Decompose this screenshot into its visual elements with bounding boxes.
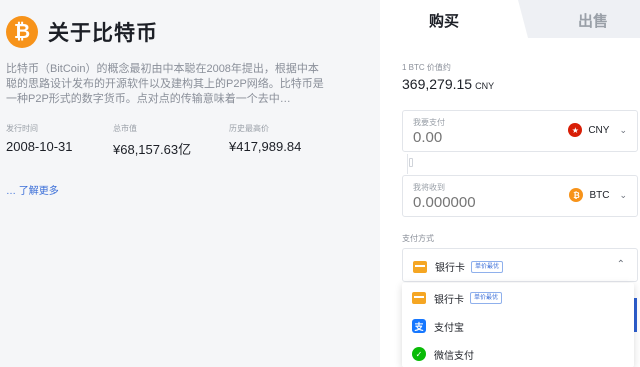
- wechat-pay-icon: ✓: [412, 347, 426, 361]
- stat-label: 历史最高价: [229, 124, 269, 133]
- pay-amount-field: 我要支付 ★ CNY ⌄: [402, 110, 638, 152]
- stat-value: ¥68,157.63亿: [113, 142, 192, 157]
- stat-value: 2008-10-31: [6, 139, 73, 154]
- payment-option-label: 微信支付: [434, 350, 474, 362]
- pay-amount-input[interactable]: [413, 129, 553, 146]
- coin-info-panel: ₿ 关于比特币 比特币（BitCoin）的概念最初由中本聪在2008年提出，根据…: [0, 0, 380, 367]
- payment-method-dropdown: 银行卡 单价最优 支 支付宝 ✓ 微信支付: [402, 283, 634, 367]
- payment-method-select[interactable]: 银行卡 单价最优 ⌃: [402, 248, 638, 282]
- price-value: 369,279.15 CNY: [402, 76, 494, 92]
- btc-icon: ₿: [569, 188, 584, 202]
- coin-stats: 发行时间 2008-10-31 总市值 ¥68,157.63亿 历史最高价 ¥4…: [6, 123, 301, 158]
- coin-title: 关于比特币: [48, 22, 158, 45]
- receive-amount-input[interactable]: [413, 194, 553, 211]
- stat-label: 发行时间: [6, 124, 38, 133]
- receive-amount-field: 我将收到 ₿ BTC ⌄: [402, 175, 638, 217]
- best-price-badge: 单价最优: [471, 260, 504, 273]
- receive-currency-code: BTC: [589, 189, 610, 201]
- payment-method-label: 支付方式: [402, 234, 434, 243]
- bank-card-icon: [412, 292, 426, 304]
- swap-handle-icon: [409, 158, 413, 167]
- trade-tabs: 购买 出售: [380, 0, 640, 38]
- payment-option-label: 银行卡: [434, 294, 464, 306]
- alipay-icon: 支: [412, 319, 426, 333]
- chevron-down-icon: ⌄: [619, 124, 627, 135]
- bank-card-icon: [413, 260, 427, 273]
- stat-market-cap: 总市值 ¥68,157.63亿: [113, 123, 229, 158]
- best-price-badge: 单价最优: [470, 292, 503, 304]
- pay-currency-code: CNY: [588, 124, 610, 136]
- submit-button-edge[interactable]: [634, 298, 637, 332]
- receive-amount-label: 我将收到: [413, 183, 445, 192]
- bitcoin-logo-icon: ₿: [6, 16, 38, 48]
- receive-currency-select[interactable]: ₿ BTC ⌄: [569, 188, 627, 202]
- stat-issue-date: 发行时间 2008-10-31: [6, 123, 113, 158]
- chevron-up-icon: ⌃: [616, 259, 625, 270]
- payment-method-name: 银行卡: [435, 263, 465, 274]
- payment-option-wechat[interactable]: ✓ 微信支付: [412, 344, 474, 364]
- price-unit: CNY: [475, 81, 495, 91]
- payment-option-label: 支付宝: [434, 322, 464, 334]
- payment-option-alipay[interactable]: 支 支付宝: [412, 316, 464, 336]
- learn-more-link[interactable]: … 了解更多: [6, 182, 59, 197]
- tab-sell[interactable]: 出售: [578, 10, 608, 31]
- payment-option-bank-card[interactable]: 银行卡 单价最优: [412, 288, 503, 308]
- coin-title-row: ₿ 关于比特币: [6, 16, 158, 48]
- pay-amount-label: 我要支付: [413, 118, 445, 127]
- stat-label: 总市值: [113, 124, 137, 133]
- tab-buy[interactable]: 购买: [429, 10, 459, 31]
- stat-value: ¥417,989.84: [229, 139, 302, 154]
- chevron-down-icon: ⌄: [619, 189, 627, 200]
- selected-payment-method: 银行卡 单价最优: [413, 259, 504, 274]
- cny-flag-icon: ★: [568, 123, 583, 137]
- pay-currency-select[interactable]: ★ CNY ⌄: [568, 123, 627, 137]
- price-amount: 369,279.15: [402, 76, 473, 92]
- stat-all-time-high: 历史最高价 ¥417,989.84: [229, 123, 301, 158]
- coin-description: 比特币（BitCoin）的概念最初由中本聪在2008年提出，根据中本聪的思路设计…: [6, 63, 324, 105]
- price-label: 1 BTC 价值约: [402, 63, 451, 72]
